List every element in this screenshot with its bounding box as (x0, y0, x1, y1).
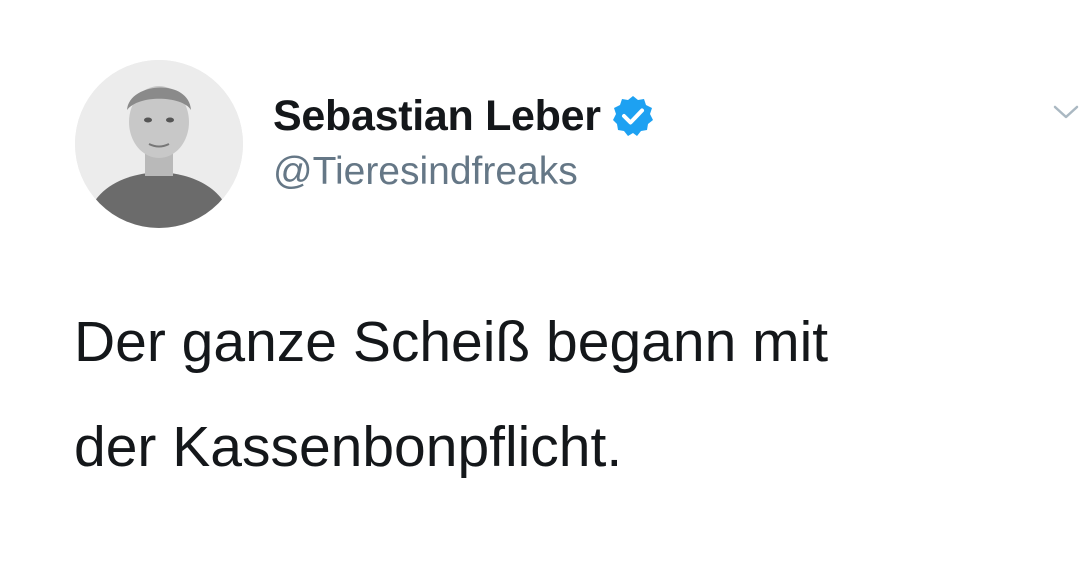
tweet-text: Der ganze Scheiß begann mit der Kassenbo… (74, 290, 1054, 500)
chevron-down-icon[interactable] (1052, 100, 1080, 124)
avatar[interactable] (75, 60, 243, 228)
tweet-card: Sebastian Leber @Tieresindfreaks Der gan… (0, 0, 1080, 561)
tweet-text-line: der Kassenbonpflicht. (74, 415, 623, 479)
author-name-row: Sebastian Leber (273, 88, 655, 144)
verified-badge-icon (611, 94, 655, 138)
author-handle[interactable]: @Tieresindfreaks (273, 150, 578, 194)
tweet-text-line: Der ganze Scheiß begann mit (74, 310, 829, 374)
display-name[interactable]: Sebastian Leber (273, 92, 601, 141)
person-portrait-icon (75, 60, 243, 228)
